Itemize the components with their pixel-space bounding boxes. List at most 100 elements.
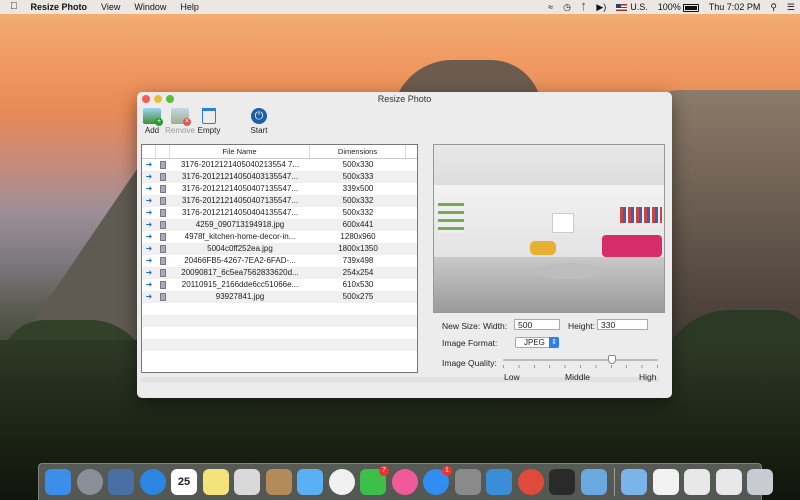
messages-icon[interactable] [297,469,323,495]
table-row[interactable]: ➜ 3176-20121214050407135547... 500x332 [142,195,417,207]
file-table[interactable]: File Name Dimensions ➜ 3176-2012121405040… [141,144,418,373]
file-name-cell: 4978f_kitchen-home-decor-in... [184,232,296,241]
bluetooth-icon[interactable]: ᛏ [576,0,591,14]
image-format-select[interactable]: JPEG ⇕ [515,337,559,348]
add-photo-icon: + [143,108,163,126]
dimensions-cell: 600x441 [342,220,374,229]
trash-icon[interactable] [747,469,773,495]
screenshot-icon[interactable] [684,469,710,495]
image-quality-slider[interactable] [503,359,658,361]
search-icon[interactable]: ⚲ [765,0,782,14]
finder-icon[interactable] [45,469,71,495]
width-input[interactable]: 500 [514,319,560,330]
preview-window [552,213,574,233]
header-dimensions[interactable]: Dimensions [310,145,406,158]
launchpad-icon[interactable] [76,469,103,495]
preview-rug [534,263,604,279]
preview-sofa [602,235,662,257]
file-name-cell: 93927841.jpg [215,292,265,301]
safari-icon[interactable] [139,469,166,495]
apple-icon[interactable]:  [0,0,24,14]
start-button[interactable]: ⏻ Start [247,108,271,135]
table-row[interactable]: ➜ 20090817_6c5ea7562833620d... 254x254 [142,267,417,279]
preview-chair [530,241,556,255]
file-name-cell: 20090817_6c5ea7562833620d... [181,268,299,277]
arrow-right-icon: ➜ [145,256,153,265]
empty-button[interactable]: Empty [197,108,221,135]
file-thumbnail-icon [156,279,170,291]
notification-badge: 1 [442,466,452,476]
file-name-cell: 3176-20121214050407135547... [181,184,299,193]
arrow-right-icon: ➜ [145,208,153,217]
width-label: Width: [483,321,508,331]
quality-low-label: Low [504,372,520,382]
view-menu[interactable]: View [94,0,127,14]
file-thumbnail-icon [156,267,170,279]
header-status [142,145,156,158]
file-thumbnail-icon [156,291,170,303]
dimensions-cell: 610x530 [342,280,374,289]
table-row[interactable]: ➜ 3176-2012121405040213554 7... 500x330 [142,159,417,171]
dimensions-cell: 739x498 [342,256,374,265]
battery-status[interactable]: 100% [653,0,704,14]
volume-icon[interactable]: ▶) [591,0,611,14]
itunes-icon[interactable] [391,469,418,495]
folder-icon[interactable] [621,469,647,495]
remove-button[interactable]: × Remove [165,108,195,135]
header-file-name[interactable]: File Name [170,145,310,158]
file-name-cell: 20466FB5-4267-7EA2-6FAD-... [184,256,296,265]
system-preferences-icon[interactable] [454,469,481,495]
window-menu[interactable]: Window [127,0,173,14]
table-body: ➜ 3176-2012121405040213554 7... 500x330 ➜ 31… [142,159,417,363]
empty-row [142,303,417,315]
app-menu[interactable]: Resize Photo [24,0,95,14]
photos-icon[interactable] [328,469,355,495]
unity-icon[interactable] [549,469,575,495]
help-menu[interactable]: Help [173,0,206,14]
preview-icon[interactable] [234,469,260,495]
file-thumbnail-icon [156,195,170,207]
preview-shelf [438,203,464,233]
screenshot2-icon[interactable] [715,469,742,495]
document-icon[interactable] [652,469,679,495]
facetime-icon[interactable]: 7 [360,466,389,495]
clock[interactable]: Thu 7:02 PM [704,0,766,14]
resize-photo-icon[interactable] [580,469,607,495]
photo-icon[interactable] [108,469,134,495]
chrome-icon[interactable] [517,469,544,495]
list-icon[interactable]: ☰ [782,0,800,14]
notes-icon[interactable] [202,469,229,495]
table-row[interactable]: ➜ 20466FB5-4267-7EA2-6FAD-... 739x498 [142,255,417,267]
table-row[interactable]: ➜ 20110915_2166dde6cc51066e... 610x530 [142,279,417,291]
arrow-right-icon: ➜ [145,160,153,169]
empty-row [142,351,417,363]
table-row[interactable]: ➜ 3176-20121214050404135547... 500x332 [142,207,417,219]
table-row[interactable]: ➜ 3176-20121214050407135547... 339x500 [142,183,417,195]
add-button[interactable]: + Add [141,108,163,135]
resize-photo-window: Resize Photo + Add × Remove Empty ⏻ Star… [137,92,672,398]
calendar-icon[interactable]: 25 [171,469,197,495]
dimensions-cell: 500x332 [342,196,374,205]
input-source[interactable]: U.S. [611,0,653,14]
title-bar[interactable]: Resize Photo [137,92,672,106]
wifi-icon[interactable]: ≈ [543,0,558,14]
height-label: Height: [568,321,595,331]
height-input[interactable]: 330 [597,319,648,330]
table-row[interactable]: ➜ 93927841.jpg 500x275 [142,291,417,303]
contacts-icon[interactable] [265,469,292,495]
image-preview [433,144,665,313]
slider-thumb[interactable] [607,355,616,364]
appstore-icon[interactable]: 1 [423,466,452,495]
xcode-icon[interactable] [486,469,512,495]
arrow-right-icon: ➜ [145,280,153,289]
time-machine-icon[interactable]: ◷ [558,0,576,14]
table-row[interactable]: ➜ 4259_090713194918.jpg 600x441 [142,219,417,231]
file-name-cell: 5004c0ff252ea.jpg [207,244,273,253]
image-format-label: Image Format: [442,338,498,348]
calendar-day: 25 [177,476,191,488]
table-row[interactable]: ➜ 5004c0ff252ea.jpg 1800x1350 [142,243,417,255]
table-row[interactable]: ➜ 4978f_kitchen-home-decor-in... 1280x960 [142,231,417,243]
dimensions-cell: 500x332 [342,208,374,217]
dimensions-cell: 254x254 [342,268,374,277]
table-row[interactable]: ➜ 3176-20121214050403135547... 500x333 [142,171,417,183]
